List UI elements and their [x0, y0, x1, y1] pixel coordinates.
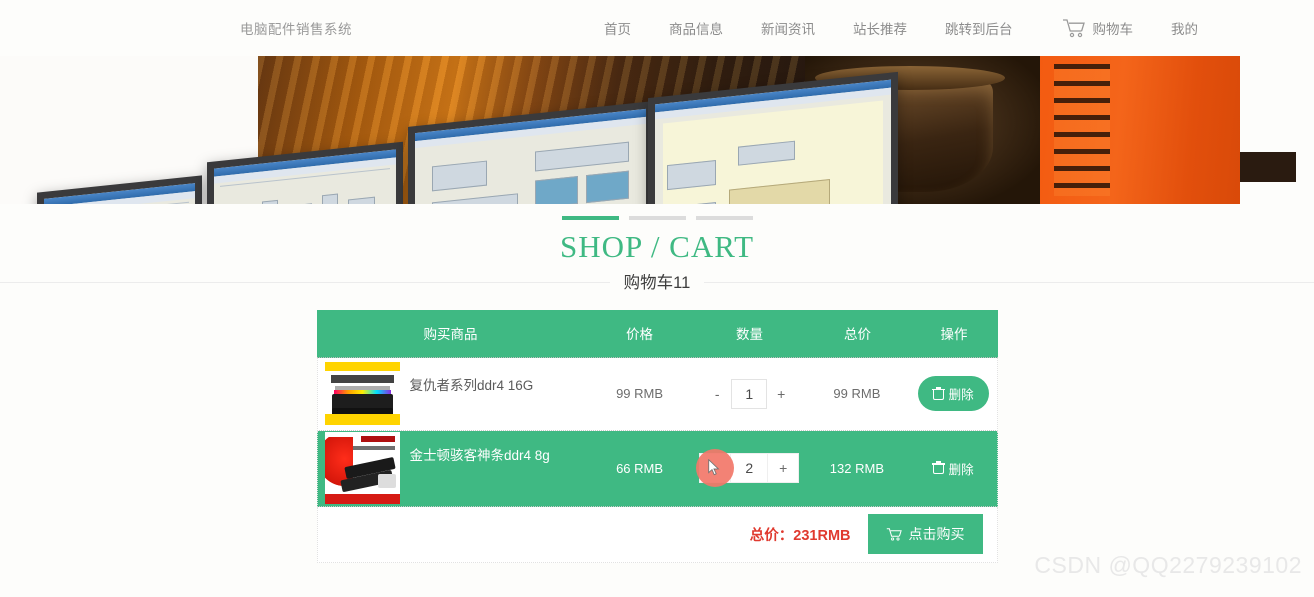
footer-partial — [0, 585, 1314, 597]
product-action-cell: 删除 — [910, 376, 997, 412]
cart-table: 购买商品 价格 数量 总价 操作 复仇者系列ddr4 16G 99 RMB - … — [316, 309, 998, 563]
product-subtotal: 99 RMB — [833, 386, 881, 402]
nav-home[interactable]: 首页 — [585, 18, 650, 38]
hero-banner — [0, 56, 1314, 204]
quantity-value[interactable]: 1 — [731, 378, 768, 409]
cart-icon — [886, 527, 902, 541]
checkout-button[interactable]: 点击购买 — [867, 514, 983, 555]
site-brand: 电脑配件销售系统 — [240, 22, 352, 37]
nav-cart[interactable]: 购物车 — [1032, 18, 1153, 38]
page-subtitle: 购物车11 — [609, 268, 705, 293]
trash-icon — [931, 461, 945, 475]
delete-button[interactable]: 删除 — [923, 451, 984, 486]
product-thumbnail-kingston[interactable] — [324, 432, 400, 505]
cart-total: 总价：231RMB — [750, 524, 851, 545]
page-title: SHOP / CART — [559, 229, 755, 264]
nav-recommend[interactable]: 站长推荐 — [834, 18, 926, 38]
banner-orange-machine — [1040, 56, 1240, 204]
column-header-quantity: 数量 — [736, 327, 763, 343]
delete-button[interactable]: 删除 — [917, 376, 989, 412]
delete-button-label: 删除 — [948, 388, 974, 403]
cart-total-label: 总价： — [749, 527, 794, 544]
product-price: 66 RMB — [616, 460, 664, 476]
quantity-stepper: - 2 + — [694, 449, 804, 488]
hero-banner-image — [0, 56, 1314, 204]
quantity-decrease-button[interactable]: - — [703, 379, 731, 409]
top-navbar: 电脑配件销售系统 首页 商品信息 新闻资讯 站长推荐 跳转到后台 购物车 我的 — [0, 0, 1314, 56]
mouse-cursor-icon — [708, 459, 720, 476]
delete-button-label: 删除 — [948, 462, 974, 477]
product-price: 99 RMB — [616, 386, 664, 402]
shopping-cart-icon — [1062, 18, 1086, 38]
section-heading: SHOP / CART 购物车11 — [0, 204, 1314, 295]
product-subtotal: 132 RMB — [829, 460, 884, 476]
nav-mine[interactable]: 我的 — [1152, 18, 1217, 38]
column-header-price: 价格 — [626, 327, 653, 343]
trash-icon — [931, 386, 945, 400]
table-row[interactable]: 复仇者系列ddr4 16G 99 RMB - 1 + 99 RMB 删除 — [316, 357, 998, 431]
cart-summary-bar: 总价：231RMB 点击购买 — [316, 506, 998, 563]
heading-dashes — [0, 216, 1314, 220]
dash-2 — [628, 216, 686, 220]
checkout-button-label: 点击购买 — [908, 526, 965, 543]
page-subtitle-wrap: 购物车11 — [0, 268, 1314, 295]
column-header-total: 总价 — [844, 327, 871, 343]
product-name[interactable]: 金士顿骇客神条ddr4 8g — [410, 444, 550, 464]
product-thumbnail-corsair[interactable] — [324, 362, 400, 426]
dash-3 — [695, 216, 753, 220]
watermark: CSDN @QQ2279239102 — [1034, 552, 1302, 578]
cursor-click-indicator — [696, 449, 735, 488]
dash-active — [561, 216, 619, 220]
nav-products[interactable]: 商品信息 — [650, 18, 742, 38]
quantity-value[interactable]: 2 — [731, 453, 768, 484]
table-row[interactable]: 金士顿骇客神条ddr4 8g 66 RMB - 2 + 132 RMB 删除 — [316, 430, 998, 507]
quantity-stepper: - 1 + — [694, 378, 804, 409]
nav-links: 首页 商品信息 新闻资讯 站长推荐 跳转到后台 购物车 我的 — [585, 18, 1217, 38]
column-header-product: 购买商品 — [423, 327, 478, 343]
cart-item-product-cell: 金士顿骇客神条ddr4 8g — [318, 432, 585, 505]
cart-table-header: 购买商品 价格 数量 总价 操作 — [316, 309, 998, 358]
nav-cart-label: 购物车 — [1092, 22, 1134, 37]
product-name[interactable]: 复仇者系列ddr4 16G — [410, 374, 534, 394]
quantity-increase-button[interactable]: + — [767, 379, 795, 409]
nav-admin[interactable]: 跳转到后台 — [926, 18, 1032, 38]
banner-right-fade — [1240, 56, 1314, 204]
column-header-action: 操作 — [940, 327, 968, 343]
cart-total-value: 231RMB — [793, 527, 851, 544]
quantity-increase-button[interactable]: + — [767, 453, 800, 484]
nav-news[interactable]: 新闻资讯 — [742, 18, 834, 38]
product-action-cell: 删除 — [910, 451, 997, 486]
cart-item-product-cell: 复仇者系列ddr4 16G — [318, 362, 585, 426]
